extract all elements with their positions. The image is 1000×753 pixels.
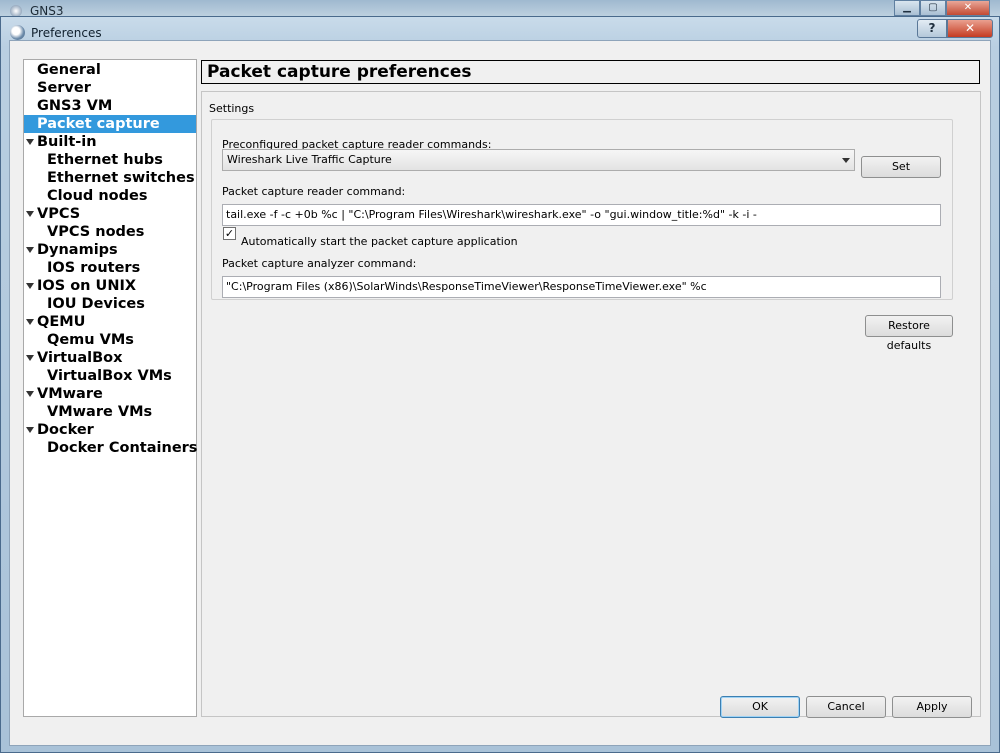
nav-item-label: Docker bbox=[37, 422, 94, 438]
nav-item-label: IOU Devices bbox=[47, 296, 145, 312]
reader-command-input[interactable]: tail.exe -f -c +0b %c | "C:\Program File… bbox=[222, 204, 941, 226]
nav-item-dynamips[interactable]: Dynamips bbox=[24, 241, 196, 259]
preferences-nav-tree[interactable]: General Server GNS3 VM Packet capture Built-… bbox=[23, 59, 197, 717]
restore-defaults-button[interactable]: Restore defaults bbox=[865, 315, 953, 352]
chevron-down-icon bbox=[842, 158, 850, 163]
expand-arrow-icon[interactable] bbox=[26, 355, 34, 361]
expand-arrow-icon[interactable] bbox=[26, 427, 34, 433]
settings-group-title: Settings bbox=[209, 102, 255, 115]
analyzer-command-label: Packet capture analyzer command: bbox=[222, 257, 417, 270]
nav-item-qemu-vms[interactable]: Qemu VMs bbox=[24, 331, 196, 349]
nav-item-vmware-vms[interactable]: VMware VMs bbox=[24, 403, 196, 421]
nav-item-vpcs[interactable]: VPCS bbox=[24, 205, 196, 223]
auto-start-checkbox[interactable]: ✓ bbox=[223, 227, 236, 240]
help-button[interactable]: ? bbox=[917, 19, 947, 38]
nav-item-ios-routers[interactable]: IOS routers bbox=[24, 259, 196, 277]
nav-item-iou-devices[interactable]: IOU Devices bbox=[24, 295, 196, 313]
nav-item-label: Ethernet hubs bbox=[47, 152, 163, 168]
nav-item-general[interactable]: General bbox=[24, 61, 196, 79]
dialog-title: Preferences bbox=[31, 26, 102, 40]
preferences-dialog: Preferences ? ✕ General Server GNS3 VM Pack… bbox=[0, 16, 1000, 753]
nav-item-virtualbox-vms[interactable]: VirtualBox VMs bbox=[24, 367, 196, 385]
auto-start-label: Automatically start the packet capture a… bbox=[241, 235, 518, 248]
nav-item-ios-on-unix[interactable]: IOS on UNIX bbox=[24, 277, 196, 295]
cancel-button[interactable]: Cancel bbox=[806, 696, 886, 718]
nav-item-ethernet-switches[interactable]: Ethernet switches bbox=[24, 169, 196, 187]
apply-button[interactable]: Apply bbox=[892, 696, 972, 718]
nav-item-qemu[interactable]: QEMU bbox=[24, 313, 196, 331]
nav-item-label: GNS3 VM bbox=[37, 98, 113, 114]
dialog-window-controls: ? ✕ bbox=[917, 19, 993, 38]
nav-item-label: VMware bbox=[37, 386, 103, 402]
nav-item-label: Server bbox=[37, 80, 91, 96]
gns3-app-icon bbox=[10, 25, 25, 40]
nav-item-label: VPCS nodes bbox=[47, 224, 145, 240]
expand-arrow-icon[interactable] bbox=[26, 391, 34, 397]
expand-arrow-icon[interactable] bbox=[26, 319, 34, 325]
dialog-close-button[interactable]: ✕ bbox=[947, 19, 993, 38]
ok-button[interactable]: OK bbox=[720, 696, 800, 718]
expand-arrow-icon[interactable] bbox=[26, 283, 34, 289]
background-window-controls: ▁ ▢ ✕ bbox=[894, 0, 990, 16]
expand-arrow-icon[interactable] bbox=[26, 211, 34, 217]
nav-item-packet-capture[interactable]: Packet capture bbox=[24, 115, 196, 133]
nav-item-virtualbox[interactable]: VirtualBox bbox=[24, 349, 196, 367]
set-button[interactable]: Set bbox=[861, 156, 941, 178]
nav-item-label: VirtualBox VMs bbox=[47, 368, 172, 384]
nav-item-label: IOS on UNIX bbox=[37, 278, 137, 294]
nav-item-label: Built-in bbox=[37, 134, 97, 150]
nav-item-label: Cloud nodes bbox=[47, 188, 148, 204]
nav-item-label: VMware VMs bbox=[47, 404, 153, 420]
nav-item-label: VirtualBox bbox=[37, 350, 123, 366]
nav-item-vpcs-nodes[interactable]: VPCS nodes bbox=[24, 223, 196, 241]
nav-item-label: IOS routers bbox=[47, 260, 141, 276]
preconfigured-commands-select[interactable]: Wireshark Live Traffic Capture bbox=[222, 149, 855, 171]
nav-item-vmware[interactable]: VMware bbox=[24, 385, 196, 403]
minimize-icon[interactable]: ▁ bbox=[894, 0, 920, 16]
preconfigured-commands-value: Wireshark Live Traffic Capture bbox=[227, 153, 392, 166]
expand-arrow-icon[interactable] bbox=[26, 139, 34, 145]
nav-item-ethernet-hubs[interactable]: Ethernet hubs bbox=[24, 151, 196, 169]
nav-item-server[interactable]: Server bbox=[24, 79, 196, 97]
nav-item-label: Docker Containers bbox=[47, 440, 198, 456]
nav-item-docker-containers[interactable]: Docker Containers bbox=[24, 439, 198, 457]
page-title: Packet capture preferences bbox=[201, 60, 980, 84]
nav-item-label: General bbox=[37, 62, 101, 78]
nav-item-built-in[interactable]: Built-in bbox=[24, 133, 196, 151]
maximize-icon[interactable]: ▢ bbox=[920, 0, 946, 16]
nav-item-label: VPCS bbox=[37, 206, 81, 222]
nav-item-label: Qemu VMs bbox=[47, 332, 134, 348]
nav-item-label: Ethernet switches bbox=[47, 170, 195, 186]
nav-item-gns3-vm[interactable]: GNS3 VM bbox=[24, 97, 196, 115]
expand-arrow-icon[interactable] bbox=[26, 247, 34, 253]
nav-item-label: Dynamips bbox=[37, 242, 118, 258]
close-icon[interactable]: ✕ bbox=[946, 0, 990, 16]
analyzer-command-input[interactable]: "C:\Program Files (x86)\SolarWinds\Respo… bbox=[222, 276, 941, 298]
nav-item-label: QEMU bbox=[37, 314, 86, 330]
reader-command-label: Packet capture reader command: bbox=[222, 185, 406, 198]
nav-item-cloud-nodes[interactable]: Cloud nodes bbox=[24, 187, 196, 205]
nav-item-docker[interactable]: Docker bbox=[24, 421, 196, 439]
nav-item-label: Packet capture bbox=[37, 116, 160, 132]
